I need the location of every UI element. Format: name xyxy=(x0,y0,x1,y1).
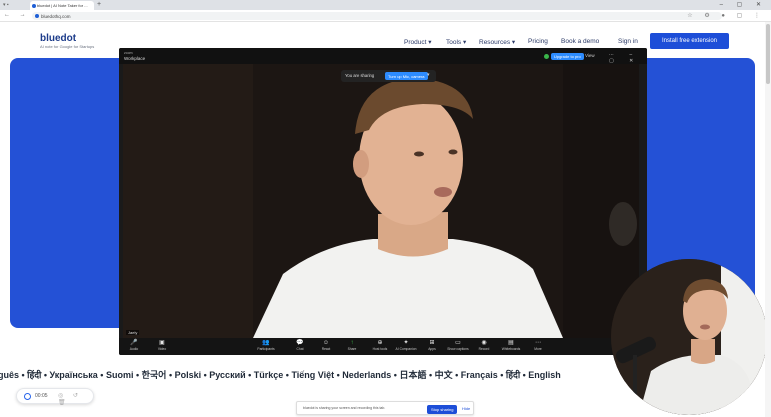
share-button[interactable]: ↑ Share xyxy=(337,339,367,352)
sharing-options-icon[interactable]: ▾ xyxy=(427,72,430,78)
view-button[interactable]: View xyxy=(585,53,595,58)
record-icon: ◉ xyxy=(481,340,487,346)
zoom-brand: zoom xyxy=(124,51,133,55)
whiteboard-icon: ▤ xyxy=(508,340,514,346)
upgrade-button[interactable]: Upgrade to pro xyxy=(551,53,584,60)
microphone-icon: 🎤 xyxy=(130,340,138,346)
whiteboards-button[interactable]: ▤ Whiteboards xyxy=(496,339,526,352)
browser-tab-bar: ▾ ▪ bluedot | AI Note Taker for ... + – … xyxy=(0,0,771,10)
participants-icon: 👥 xyxy=(262,340,270,346)
browser-tab[interactable]: bluedot | AI Note Taker for ... xyxy=(30,1,94,10)
languages-marquee: guês • हिंदी • Українська • Suomi • 한국어 … xyxy=(0,370,561,380)
sharing-action-button[interactable]: Turn up Mic, camera xyxy=(385,72,428,80)
participants-button[interactable]: 👥 Participants xyxy=(251,339,281,352)
scrollbar-thumb[interactable] xyxy=(766,24,770,84)
favicon-icon xyxy=(32,3,36,8)
address-bar: ← → ↻ bluedothq.com ☆ ⚙ ● ▢ ⋮ xyxy=(0,10,771,22)
url-text: bluedothq.com xyxy=(41,13,71,19)
zoom-title: Workplace xyxy=(124,56,146,61)
nav-product[interactable]: Product ▾ xyxy=(404,38,431,46)
nav-tools[interactable]: Tools ▾ xyxy=(446,38,466,46)
screen: ▾ ▪ bluedot | AI Note Taker for ... + – … xyxy=(0,0,771,417)
notice-message: bluedot is sharing your screen and recor… xyxy=(303,406,386,410)
share-screen-icon: ↑ xyxy=(350,340,354,346)
zoom-window: zoom Workplace Upgrade to pro View ⋯ – ▢… xyxy=(119,48,647,355)
site-info-icon[interactable] xyxy=(35,14,39,18)
more-icon: ⋯ xyxy=(535,340,541,346)
participant-video: You are sharing Turn up Mic, camera ▾ Ja… xyxy=(123,64,639,338)
sharing-status-bar: You are sharing Turn up Mic, camera ▾ xyxy=(341,70,436,82)
recorder-pill: 00:05 ◎ ↺ 🗑 xyxy=(16,388,94,406)
hide-notice-button[interactable]: Hide xyxy=(462,406,470,411)
zoom-window-controls[interactable]: ⋯ – ▢ ✕ xyxy=(609,52,647,64)
participant-figure xyxy=(123,64,639,338)
sharing-status-text: You are sharing xyxy=(345,73,375,78)
nav-pricing[interactable]: Pricing xyxy=(528,38,548,45)
extension-icons[interactable]: ☆ ⚙ ● ▢ ⋮ xyxy=(687,12,765,19)
video-button[interactable]: ▣ Video xyxy=(147,339,177,352)
record-indicator-icon[interactable] xyxy=(24,393,31,400)
participant-name: Jaely xyxy=(126,330,140,335)
stop-sharing-button[interactable]: Stop sharing xyxy=(427,404,458,414)
tab-title: bluedot | AI Note Taker for ... xyxy=(37,3,88,8)
url-input[interactable]: bluedothq.com xyxy=(32,12,722,20)
presenter-webcam xyxy=(611,259,767,415)
audio-button[interactable]: 🎤 Audio xyxy=(119,339,149,352)
new-tab-button[interactable]: + xyxy=(97,1,101,9)
recording-timer: 00:05 xyxy=(35,393,48,399)
presenter-figure xyxy=(611,259,767,415)
zoom-toolbar: 🎤 Audio ▣ Video 👥 Participants 💬 Chat ☺ … xyxy=(119,338,647,355)
record-button[interactable]: ◉ Record xyxy=(469,339,499,352)
camera-icon: ▣ xyxy=(159,340,165,346)
tab-menu-icon[interactable]: ▾ ▪ xyxy=(3,2,9,8)
shield-icon xyxy=(544,54,549,59)
site-tagline: AI note for Google for Startups xyxy=(40,44,95,49)
nav-signin[interactable]: Sign in xyxy=(618,38,638,45)
recorder-controls[interactable]: ◎ ↺ 🗑 xyxy=(58,392,93,406)
nav-resources[interactable]: Resources ▾ xyxy=(479,38,515,46)
zoom-title-bar: zoom Workplace Upgrade to pro View ⋯ – ▢… xyxy=(119,48,647,64)
nav-book-demo[interactable]: Book a demo xyxy=(561,38,599,45)
site-logo[interactable]: bluedot xyxy=(40,33,76,44)
more-button[interactable]: ⋯ More xyxy=(523,339,553,352)
screen-share-notice: bluedot is sharing your screen and recor… xyxy=(296,401,474,415)
window-controls[interactable]: – ▢ ✕ xyxy=(720,1,767,8)
install-extension-button[interactable]: Install free extension xyxy=(650,33,729,49)
